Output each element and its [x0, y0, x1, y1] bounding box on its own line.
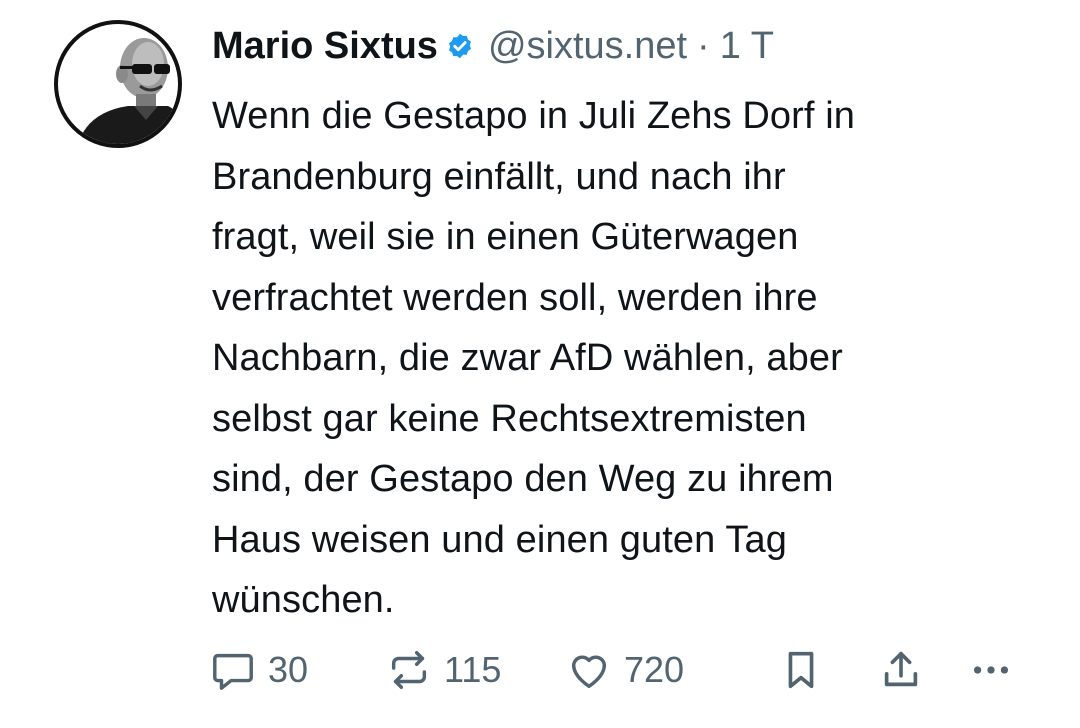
- share-button[interactable]: [878, 640, 924, 700]
- bookmark-button[interactable]: [778, 640, 824, 700]
- avatar-portrait-image: [78, 38, 178, 144]
- post-action-bar: 30 115 720: [210, 640, 1030, 700]
- repost-count: 115: [444, 649, 502, 690]
- author-display-name[interactable]: Mario Sixtus: [212, 20, 438, 72]
- repost-arrows-icon: [386, 647, 432, 693]
- reply-button[interactable]: 30: [210, 640, 308, 700]
- reply-count: 30: [268, 649, 309, 690]
- header-separator: ·: [697, 25, 710, 67]
- like-button[interactable]: 720: [566, 640, 684, 700]
- avatar[interactable]: [54, 20, 182, 148]
- post-card: Mario Sixtus @sixtus.net · 1 T Wenn die …: [0, 0, 1080, 728]
- bookmark-icon: [778, 647, 824, 693]
- author-handle[interactable]: @sixtus.net: [488, 20, 687, 72]
- reply-bubble-icon: [210, 647, 256, 693]
- share-icon: [878, 647, 924, 693]
- post-timestamp[interactable]: 1 T: [720, 20, 774, 72]
- post-text: Wenn die Gestapo in Juli Zehs Dorf in Br…: [212, 95, 855, 621]
- more-options-button[interactable]: [968, 640, 1014, 700]
- like-count: 720: [624, 649, 685, 690]
- more-dots-icon: [968, 647, 1014, 693]
- verified-badge-icon: [446, 32, 474, 60]
- heart-icon: [566, 647, 612, 693]
- post-header: Mario Sixtus @sixtus.net · 1 T: [212, 20, 774, 72]
- repost-button[interactable]: 115: [386, 640, 501, 700]
